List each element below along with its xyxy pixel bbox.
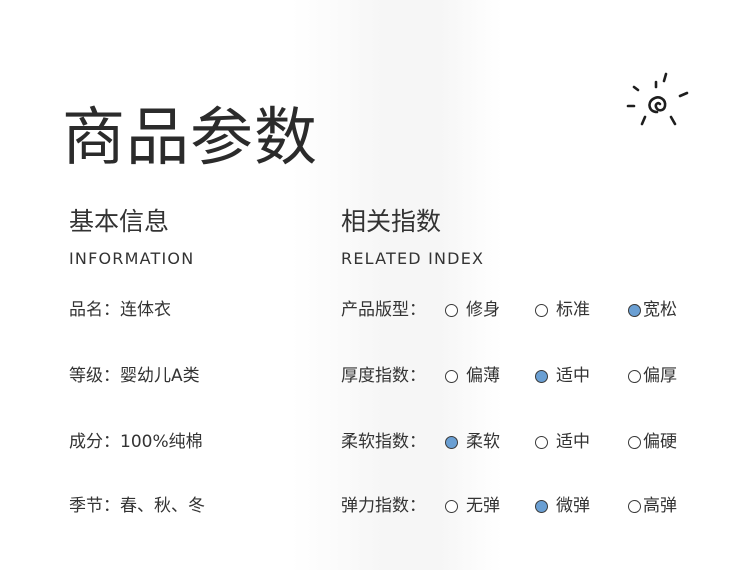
related-index-header: 相关指数 RELATED INDEX <box>341 204 484 270</box>
basic-info-season: 季节：春、秋、冬 <box>69 496 205 516</box>
radio-icon <box>535 303 548 317</box>
radio-icon <box>628 369 641 383</box>
basic-info-title: 基本信息 <box>69 207 170 236</box>
option-thickness-thin: 偏薄 <box>445 364 500 388</box>
radio-icon <box>445 369 458 383</box>
radio-selected-icon <box>535 499 548 513</box>
option-softness-medium: 适中 <box>535 430 590 454</box>
radio-icon <box>445 499 458 513</box>
index-label-elasticity: 弹力指数： <box>341 496 426 516</box>
page-title: 商品参数 <box>62 101 318 175</box>
option-fit-loose: 宽松 <box>628 298 677 322</box>
option-softness-soft: 柔软 <box>445 430 500 454</box>
radio-selected-icon <box>535 369 548 383</box>
basic-info-name: 品名：连体衣 <box>69 300 171 320</box>
option-label: 偏厚 <box>643 366 677 386</box>
option-label: 适中 <box>556 432 590 452</box>
index-label-fit: 产品版型： <box>341 300 426 320</box>
radio-selected-icon <box>445 435 458 449</box>
sun-swirl-icon <box>626 72 689 126</box>
option-label: 无弹 <box>466 496 500 516</box>
option-label: 修身 <box>466 300 500 320</box>
option-label: 高弹 <box>643 496 677 516</box>
option-fit-standard: 标准 <box>535 298 590 322</box>
option-elasticity-slight: 微弹 <box>535 494 590 518</box>
basic-info-header: 基本信息 INFORMATION <box>69 204 194 270</box>
related-index-title: 相关指数 <box>341 207 442 236</box>
related-index-subtitle: RELATED INDEX <box>341 249 485 268</box>
basic-info-subtitle: INFORMATION <box>69 249 195 268</box>
option-label: 偏薄 <box>466 366 500 386</box>
option-label: 适中 <box>556 366 590 386</box>
option-label: 微弹 <box>556 496 590 516</box>
radio-icon <box>628 435 641 449</box>
index-label-softness: 柔软指数： <box>341 432 426 452</box>
option-thickness-medium: 适中 <box>535 364 590 388</box>
option-thickness-thick: 偏厚 <box>628 364 677 388</box>
basic-info-grade: 等级：婴幼儿A类 <box>69 366 200 386</box>
option-label: 宽松 <box>643 300 677 320</box>
basic-info-material: 成分：100%纯棉 <box>69 432 203 452</box>
option-label: 标准 <box>556 300 590 320</box>
radio-selected-icon <box>628 303 641 317</box>
index-label-thickness: 厚度指数： <box>341 366 426 386</box>
background-band <box>292 0 502 570</box>
option-label: 柔软 <box>466 432 500 452</box>
option-label: 偏硬 <box>643 432 677 452</box>
option-elasticity-high: 高弹 <box>628 494 677 518</box>
option-softness-hard: 偏硬 <box>628 430 677 454</box>
radio-icon <box>445 303 458 317</box>
option-elasticity-none: 无弹 <box>445 494 500 518</box>
radio-icon <box>628 499 641 513</box>
option-fit-slim: 修身 <box>445 298 500 322</box>
radio-icon <box>535 435 548 449</box>
